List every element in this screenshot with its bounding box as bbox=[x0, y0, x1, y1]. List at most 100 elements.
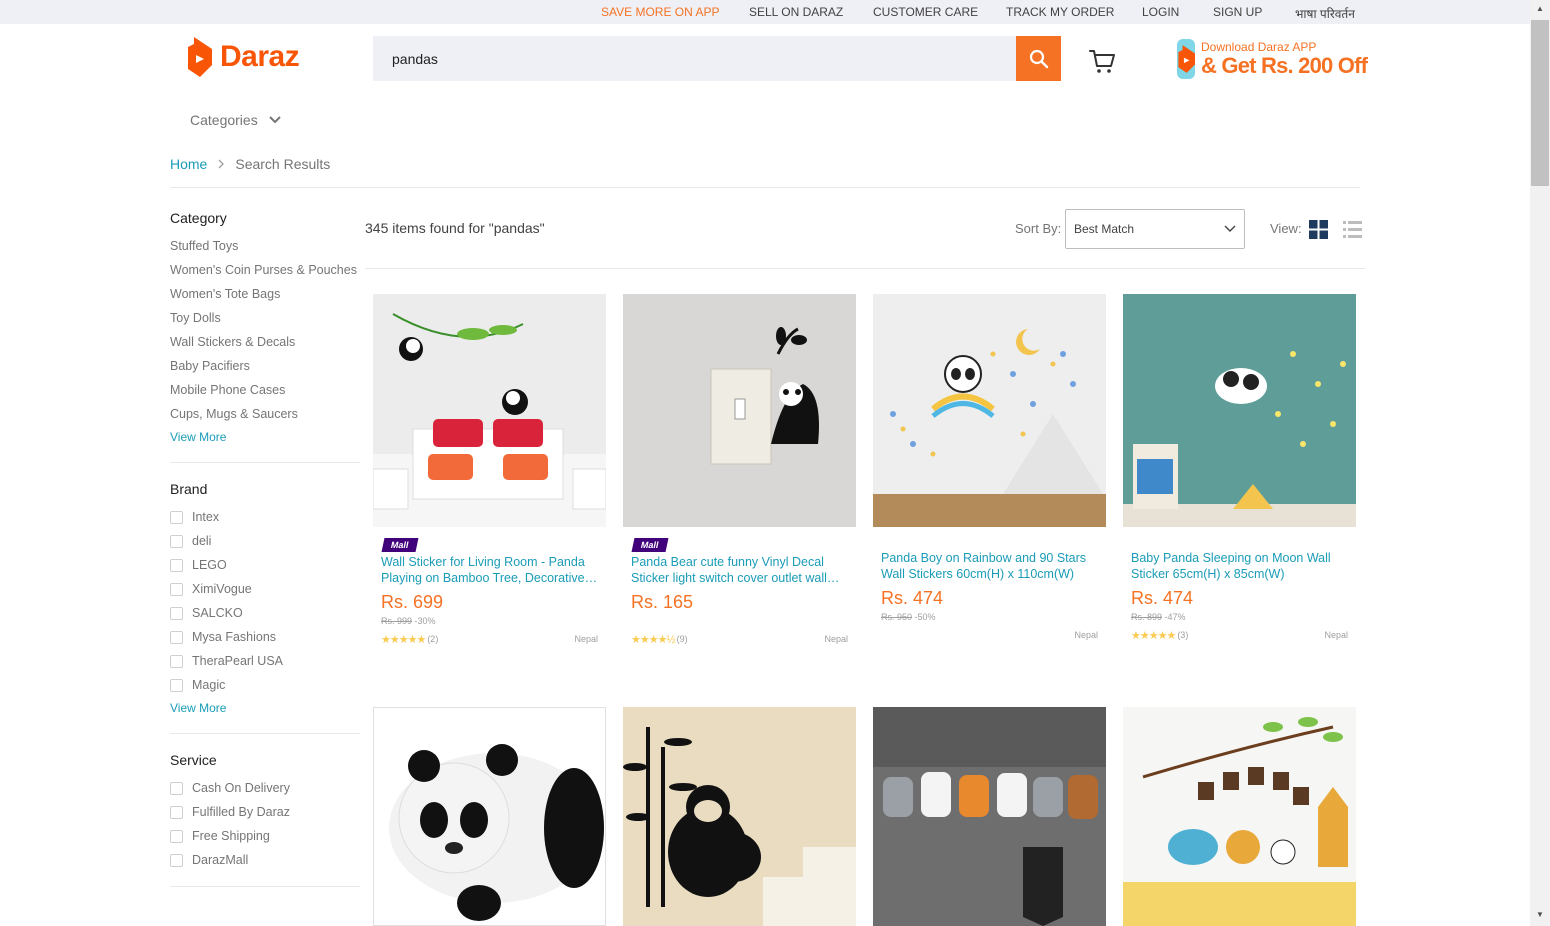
track-my-order-link[interactable]: TRACK MY ORDER bbox=[1006, 5, 1114, 19]
customer-care-link[interactable]: CUSTOMER CARE bbox=[873, 5, 978, 19]
service-filter-title: Service bbox=[170, 752, 217, 768]
categories-dropdown[interactable]: Categories bbox=[190, 112, 282, 128]
product-image[interactable] bbox=[873, 294, 1106, 527]
rating-stars: ★★★★★ (3) bbox=[1131, 629, 1188, 642]
review-count: (9) bbox=[676, 634, 688, 644]
original-price: Rs. 950 bbox=[881, 612, 913, 622]
product-title[interactable]: Wall Sticker for Living Room - Panda Pla… bbox=[381, 554, 598, 586]
chevron-down-icon bbox=[268, 116, 281, 124]
checkbox[interactable] bbox=[170, 654, 183, 668]
brand-checkbox[interactable]: Mysa Fashions bbox=[170, 625, 360, 649]
product-card[interactable] bbox=[873, 707, 1106, 926]
category-item[interactable]: Mobile Phone Cases bbox=[170, 378, 360, 402]
brand-filter-title: Brand bbox=[170, 481, 208, 497]
category-item[interactable]: Toy Dolls bbox=[170, 306, 360, 330]
checkbox[interactable] bbox=[170, 534, 183, 548]
daraz-logo[interactable]: Daraz bbox=[186, 36, 300, 78]
sort-dropdown[interactable]: Best Match bbox=[1065, 209, 1245, 249]
download-app-promo[interactable]: Download Daraz APP & Get Rs. 200 Off bbox=[1177, 38, 1368, 80]
list-view-icon[interactable] bbox=[1343, 221, 1362, 238]
review-count: (2) bbox=[427, 634, 439, 644]
categories-label: Categories bbox=[190, 112, 258, 128]
product-title[interactable]: Baby Panda Sleeping on Moon Wall Sticker… bbox=[1131, 550, 1348, 582]
mall-badge: Mall bbox=[381, 538, 419, 552]
scrollbar-thumb[interactable] bbox=[1531, 20, 1549, 186]
checkbox[interactable] bbox=[170, 630, 183, 644]
product-card[interactable]: Panda Boy on Rainbow and 90 Stars Wall S… bbox=[873, 294, 1106, 642]
sell-on-daraz-link[interactable]: SELL ON DARAZ bbox=[749, 5, 843, 19]
top-bar: SAVE MORE ON APP SELL ON DARAZ CUSTOMER … bbox=[0, 0, 1530, 24]
checkbox[interactable] bbox=[170, 805, 183, 819]
category-item[interactable]: Women's Coin Purses & Pouches bbox=[170, 258, 360, 282]
checkbox[interactable] bbox=[170, 510, 183, 524]
product-card[interactable] bbox=[373, 707, 606, 926]
service-filter: Service Cash On Delivery Fulfilled By Da… bbox=[170, 752, 360, 887]
daraz-logo-icon bbox=[188, 37, 212, 77]
category-item[interactable]: Stuffed Toys bbox=[170, 234, 360, 258]
product-image[interactable] bbox=[623, 707, 856, 926]
grid-view-icon[interactable] bbox=[1309, 220, 1328, 239]
product-card[interactable] bbox=[1123, 707, 1356, 926]
brand-label: TheraPearl USA bbox=[192, 654, 284, 668]
brand-checkbox[interactable]: SALCKO bbox=[170, 601, 360, 625]
rating-stars: ★★★★½ (9) bbox=[631, 633, 688, 646]
review-count: (3) bbox=[1177, 630, 1189, 640]
breadcrumb: Home Search Results bbox=[170, 156, 330, 172]
category-item[interactable]: Cups, Mugs & Saucers bbox=[170, 402, 360, 426]
scroll-down-arrow-icon[interactable]: ▼ bbox=[1535, 910, 1545, 920]
checkbox[interactable] bbox=[170, 829, 183, 843]
brand-checkbox[interactable]: Magic bbox=[170, 673, 360, 697]
brand-view-more-link[interactable]: View More bbox=[170, 697, 360, 719]
product-card[interactable]: Mall Wall Sticker for Living Room - Pand… bbox=[373, 294, 606, 646]
checkbox[interactable] bbox=[170, 558, 183, 572]
product-origin: Nepal bbox=[1324, 630, 1348, 640]
view-label: View: bbox=[1270, 221, 1302, 236]
service-label: Cash On Delivery bbox=[192, 781, 290, 795]
brand-checkbox[interactable]: Intex bbox=[170, 505, 360, 529]
brand-checkbox[interactable]: LEGO bbox=[170, 553, 360, 577]
brand-checkbox[interactable]: TheraPearl USA bbox=[170, 649, 360, 673]
product-image[interactable] bbox=[873, 707, 1106, 926]
product-image[interactable] bbox=[373, 707, 606, 926]
product-card[interactable]: Mall Panda Bear cute funny Vinyl Decal S… bbox=[623, 294, 856, 646]
product-image[interactable] bbox=[1123, 294, 1356, 527]
product-title[interactable]: Panda Boy on Rainbow and 90 Stars Wall S… bbox=[881, 550, 1098, 582]
checkbox[interactable] bbox=[170, 678, 183, 692]
product-image[interactable] bbox=[1123, 707, 1356, 926]
checkbox[interactable] bbox=[170, 853, 183, 867]
login-link[interactable]: LOGIN bbox=[1142, 5, 1179, 19]
breadcrumb-home[interactable]: Home bbox=[170, 156, 207, 172]
product-card[interactable]: Baby Panda Sleeping on Moon Wall Sticker… bbox=[1123, 294, 1356, 642]
service-checkbox[interactable]: Cash On Delivery bbox=[170, 776, 360, 800]
category-view-more-link[interactable]: View More bbox=[170, 426, 360, 448]
search-button[interactable] bbox=[1016, 36, 1061, 81]
category-item[interactable]: Women's Tote Bags bbox=[170, 282, 360, 306]
category-item[interactable]: Baby Pacifiers bbox=[170, 354, 360, 378]
service-checkbox[interactable]: DarazMall bbox=[170, 848, 360, 872]
brand-checkbox[interactable]: XimiVogue bbox=[170, 577, 360, 601]
checkbox[interactable] bbox=[170, 781, 183, 795]
mall-badge: Mall bbox=[631, 538, 669, 552]
checkbox[interactable] bbox=[170, 582, 183, 596]
original-price: Rs. 899 bbox=[1131, 612, 1163, 622]
product-title[interactable]: Panda Bear cute funny Vinyl Decal Sticke… bbox=[631, 554, 848, 586]
search-input[interactable] bbox=[373, 36, 1016, 81]
original-price: Rs. 999 bbox=[381, 616, 413, 626]
chevron-down-icon bbox=[1224, 225, 1236, 232]
cart-icon bbox=[1089, 50, 1115, 73]
brand-label: Mysa Fashions bbox=[192, 630, 277, 644]
cart-button[interactable] bbox=[1088, 47, 1116, 75]
language-switch-link[interactable]: भाषा परिवर्तन bbox=[1295, 5, 1355, 22]
product-origin: Nepal bbox=[574, 634, 598, 644]
signup-link[interactable]: SIGN UP bbox=[1213, 5, 1262, 19]
brand-checkbox[interactable]: deli bbox=[170, 529, 360, 553]
service-checkbox[interactable]: Fulfilled By Daraz bbox=[170, 800, 360, 824]
service-checkbox[interactable]: Free Shipping bbox=[170, 824, 360, 848]
checkbox[interactable] bbox=[170, 606, 183, 620]
product-image[interactable] bbox=[373, 294, 606, 527]
scroll-up-arrow-icon[interactable]: ▲ bbox=[1535, 4, 1545, 14]
category-item[interactable]: Wall Stickers & Decals bbox=[170, 330, 360, 354]
save-more-on-app-link[interactable]: SAVE MORE ON APP bbox=[601, 5, 719, 19]
product-card[interactable] bbox=[623, 707, 856, 926]
product-image[interactable] bbox=[623, 294, 856, 527]
